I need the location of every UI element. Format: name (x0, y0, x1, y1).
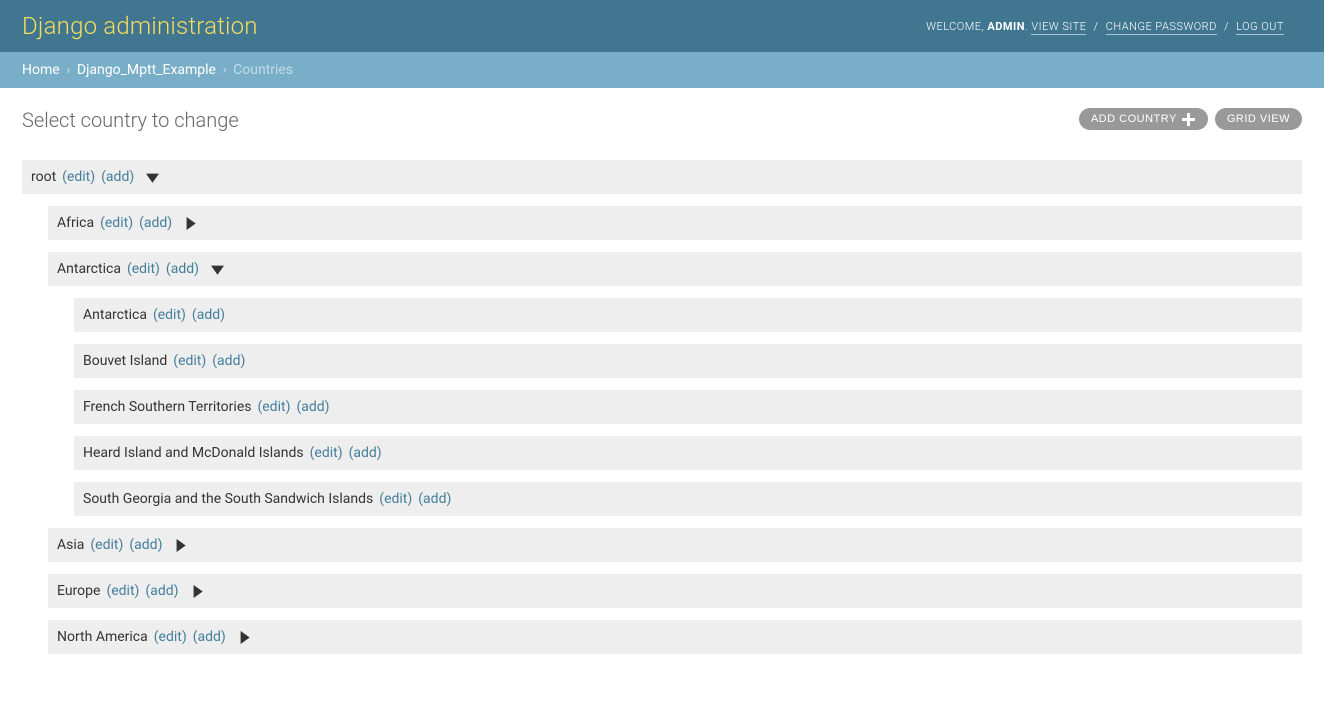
node-name: Europe (57, 583, 100, 599)
node-name: Africa (57, 215, 94, 231)
edit-link[interactable]: (edit) (106, 583, 139, 599)
node-row: Heard Island and McDonald Islands (edit)… (74, 436, 1302, 470)
children: Africa (edit) (add) Antarctica (edit) (a… (22, 206, 1302, 654)
plus-icon (1182, 112, 1196, 126)
node-name: South Georgia and the South Sandwich Isl… (83, 491, 373, 507)
add-country-label: ADD COUNTRY (1091, 113, 1177, 125)
node-name: Antarctica (83, 307, 147, 323)
node-row: Africa (edit) (add) (48, 206, 1302, 240)
add-link[interactable]: (add) (139, 215, 172, 231)
expand-icon[interactable] (174, 539, 187, 552)
breadcrumb-separator: › (222, 62, 226, 78)
edit-link[interactable]: (edit) (154, 629, 187, 645)
add-link[interactable]: (add) (212, 353, 245, 369)
node-row: Antarctica (edit) (add) (48, 252, 1302, 286)
edit-link[interactable]: (edit) (173, 353, 206, 369)
tree-node: Bouvet Island (edit) (add) (74, 344, 1302, 378)
logout-link[interactable]: LOG OUT (1236, 20, 1284, 35)
tree-node-root: root (edit) (add) Africa (edit) (add) (22, 160, 1302, 654)
node-row: Bouvet Island (edit) (add) (74, 344, 1302, 378)
tree-list: root (edit) (add) Africa (edit) (add) (22, 160, 1302, 654)
add-link[interactable]: (add) (418, 491, 451, 507)
user-tools: WELCOME, ADMIN. VIEW SITE / CHANGE PASSW… (926, 20, 1284, 33)
add-link[interactable]: (add) (166, 261, 199, 277)
tree-node: Europe (edit) (add) (48, 574, 1302, 608)
tree-node: South Georgia and the South Sandwich Isl… (74, 482, 1302, 516)
object-tools-row: Select country to change ADD COUNTRY GRI… (22, 108, 1302, 132)
node-name: French Southern Territories (83, 399, 251, 415)
site-title: Django administration (22, 12, 258, 40)
breadcrumb-current: Countries (233, 62, 293, 78)
content: Select country to change ADD COUNTRY GRI… (0, 88, 1324, 686)
node-row: South Georgia and the South Sandwich Isl… (74, 482, 1302, 516)
tree-node: Africa (edit) (add) (48, 206, 1302, 240)
add-link[interactable]: (add) (145, 583, 178, 599)
children: Antarctica (edit) (add) Bouvet Island (e… (48, 298, 1302, 516)
object-tools: ADD COUNTRY GRID VIEW (1079, 108, 1302, 130)
header: Django administration WELCOME, ADMIN. VI… (0, 0, 1324, 52)
node-row: French Southern Territories (edit) (add) (74, 390, 1302, 424)
tree-node: French Southern Territories (edit) (add) (74, 390, 1302, 424)
edit-link[interactable]: (edit) (62, 169, 95, 185)
breadcrumb-home[interactable]: Home (22, 62, 60, 78)
add-link[interactable]: (add) (129, 537, 162, 553)
tree-node: Heard Island and McDonald Islands (edit)… (74, 436, 1302, 470)
change-password-link[interactable]: CHANGE PASSWORD (1106, 20, 1217, 35)
grid-view-button[interactable]: GRID VIEW (1215, 108, 1302, 130)
expand-icon[interactable] (184, 217, 197, 230)
edit-link[interactable]: (edit) (127, 261, 160, 277)
collapse-icon[interactable] (211, 263, 224, 276)
add-link[interactable]: (add) (192, 307, 225, 323)
expand-icon[interactable] (238, 631, 251, 644)
tree-node: Asia (edit) (add) (48, 528, 1302, 562)
edit-link[interactable]: (edit) (379, 491, 412, 507)
node-name: Antarctica (57, 261, 121, 277)
welcome-text: WELCOME, (926, 20, 984, 33)
view-site-link[interactable]: VIEW SITE (1031, 20, 1086, 35)
edit-link[interactable]: (edit) (153, 307, 186, 323)
add-link[interactable]: (add) (349, 445, 382, 461)
breadcrumb-separator: › (66, 62, 70, 78)
username: ADMIN (987, 20, 1025, 33)
node-name: Heard Island and McDonald Islands (83, 445, 304, 461)
add-link[interactable]: (add) (193, 629, 226, 645)
separator: / (1224, 20, 1229, 33)
site-title-link[interactable]: Django administration (22, 12, 258, 40)
node-name: root (31, 169, 56, 185)
edit-link[interactable]: (edit) (257, 399, 290, 415)
collapse-icon[interactable] (146, 171, 159, 184)
node-row: Asia (edit) (add) (48, 528, 1302, 562)
breadcrumb: Home › Django_Mptt_Example › Countries (0, 52, 1324, 88)
edit-link[interactable]: (edit) (310, 445, 343, 461)
add-link[interactable]: (add) (296, 399, 329, 415)
tree-node: Antarctica (edit) (add) Antarctica (edit… (48, 252, 1302, 516)
page-title: Select country to change (22, 108, 239, 132)
add-link[interactable]: (add) (101, 169, 134, 185)
node-name: Asia (57, 537, 84, 553)
node-name: North America (57, 629, 148, 645)
node-row: root (edit) (add) (22, 160, 1302, 194)
add-country-button[interactable]: ADD COUNTRY (1079, 108, 1208, 130)
edit-link[interactable]: (edit) (100, 215, 133, 231)
expand-icon[interactable] (191, 585, 204, 598)
breadcrumb-app[interactable]: Django_Mptt_Example (77, 62, 216, 78)
edit-link[interactable]: (edit) (90, 537, 123, 553)
node-row: Antarctica (edit) (add) (74, 298, 1302, 332)
node-name: Bouvet Island (83, 353, 167, 369)
node-row: Europe (edit) (add) (48, 574, 1302, 608)
separator: / (1094, 20, 1099, 33)
tree-node: Antarctica (edit) (add) (74, 298, 1302, 332)
grid-view-label: GRID VIEW (1227, 113, 1290, 125)
node-row: North America (edit) (add) (48, 620, 1302, 654)
tree-node: North America (edit) (add) (48, 620, 1302, 654)
